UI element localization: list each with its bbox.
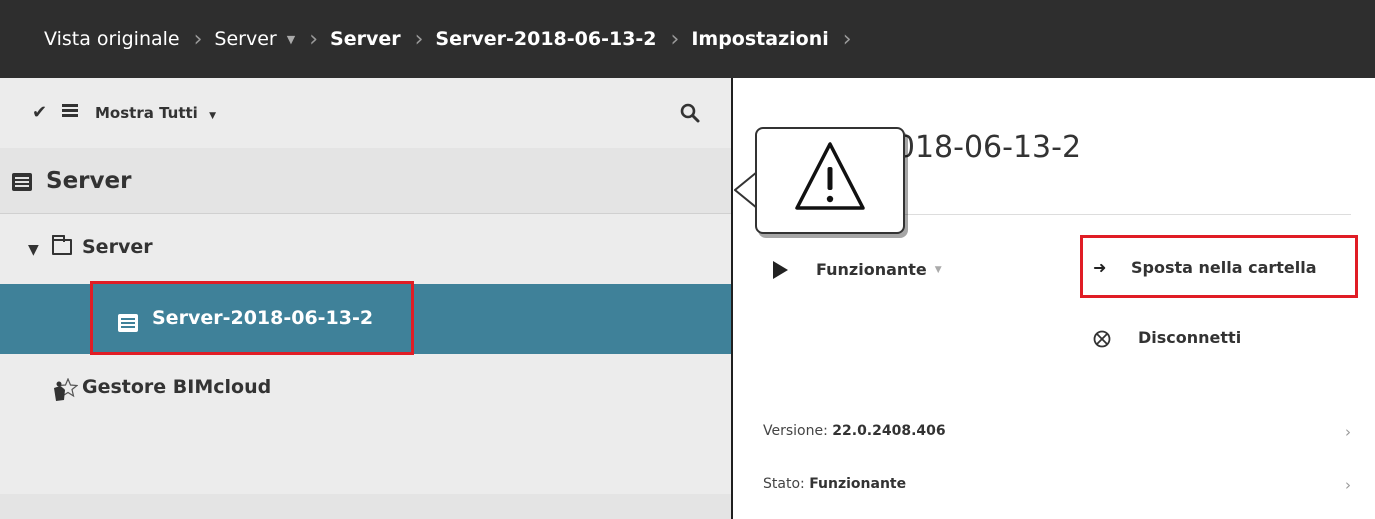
check-icon[interactable]: ✔ bbox=[32, 102, 47, 123]
tree-item-bimcloud-manager[interactable]: Gestore BIMcloud bbox=[0, 354, 731, 424]
search-icon[interactable] bbox=[679, 102, 701, 124]
breadcrumb-label: Server-2018-06-13-2 bbox=[435, 28, 657, 50]
filter-label: Mostra Tutti bbox=[95, 104, 198, 122]
warning-icon bbox=[795, 142, 865, 210]
version-value: 22.0.2408.406 bbox=[832, 423, 946, 439]
state-key: Stato: bbox=[763, 476, 805, 492]
chevron-right-icon: › bbox=[1345, 423, 1351, 441]
breadcrumb-label: Server bbox=[214, 28, 277, 50]
tree-item-label: Server bbox=[82, 236, 153, 258]
breadcrumb-item-server-dropdown[interactable]: Server ▼ › bbox=[214, 27, 330, 52]
version-key: Versione: bbox=[763, 423, 828, 439]
tree-empty-row bbox=[0, 494, 731, 519]
move-to-folder-button[interactable]: ➜ Sposta nella cartella bbox=[1080, 235, 1358, 298]
breadcrumb-separator-icon: › bbox=[842, 26, 852, 52]
version-row[interactable]: Versione: 22.0.2408.406 › bbox=[763, 423, 1351, 447]
breadcrumb: Vista originale › Server ▼ › Server › Se… bbox=[0, 0, 1375, 78]
tree-item-folder-server[interactable]: ▼ Server bbox=[0, 214, 731, 284]
caret-down-icon: ▼ bbox=[209, 111, 216, 121]
breadcrumb-item-original-view[interactable]: Vista originale › bbox=[44, 27, 214, 52]
section-header: Server bbox=[0, 148, 731, 214]
play-icon bbox=[773, 260, 788, 279]
breadcrumb-item-server-instance[interactable]: Server-2018-06-13-2 › bbox=[435, 27, 691, 52]
breadcrumb-separator-icon: › bbox=[414, 26, 424, 52]
caret-down-icon: ▼ bbox=[934, 264, 942, 275]
disconnect-icon bbox=[1093, 330, 1111, 348]
state-value: Funzionante bbox=[809, 476, 907, 492]
breadcrumb-separator-icon: › bbox=[193, 26, 203, 52]
filter-dropdown[interactable]: Mostra Tutti ▼ bbox=[95, 104, 216, 122]
warning-callout bbox=[755, 127, 905, 234]
status-label: Funzionante bbox=[816, 260, 927, 279]
selected-item-highlight bbox=[90, 281, 414, 355]
caret-down-icon: ▼ bbox=[286, 32, 296, 46]
move-label: Sposta nella cartella bbox=[1131, 258, 1317, 277]
tree-item-label: Gestore BIMcloud bbox=[82, 376, 272, 398]
breadcrumb-separator-icon: › bbox=[309, 26, 319, 52]
breadcrumb-item-settings[interactable]: Impostazioni › bbox=[691, 27, 863, 52]
server-icon bbox=[12, 173, 32, 191]
breadcrumb-label: Vista originale bbox=[44, 28, 180, 50]
section-title: Server bbox=[46, 168, 132, 194]
breadcrumb-label: Impostazioni bbox=[691, 28, 829, 50]
status-dropdown[interactable]: Funzionante ▼ bbox=[773, 260, 942, 279]
disconnect-label: Disconnetti bbox=[1138, 328, 1242, 347]
expand-arrow-icon[interactable]: ▼ bbox=[28, 242, 39, 258]
manager-icon bbox=[54, 378, 78, 401]
folder-icon bbox=[52, 235, 72, 255]
tree-empty-row bbox=[0, 424, 731, 494]
breadcrumb-item-server[interactable]: Server › bbox=[330, 27, 435, 52]
chevron-right-icon: › bbox=[1345, 476, 1351, 494]
state-row[interactable]: Stato: Funzionante › bbox=[763, 476, 1351, 500]
move-arrow-icon: ➜ bbox=[1093, 258, 1107, 277]
breadcrumb-label: Server bbox=[330, 28, 401, 50]
breadcrumb-separator-icon: › bbox=[670, 26, 680, 52]
list-icon[interactable] bbox=[62, 104, 78, 118]
tree-toolbar: ✔ Mostra Tutti ▼ bbox=[0, 78, 731, 148]
